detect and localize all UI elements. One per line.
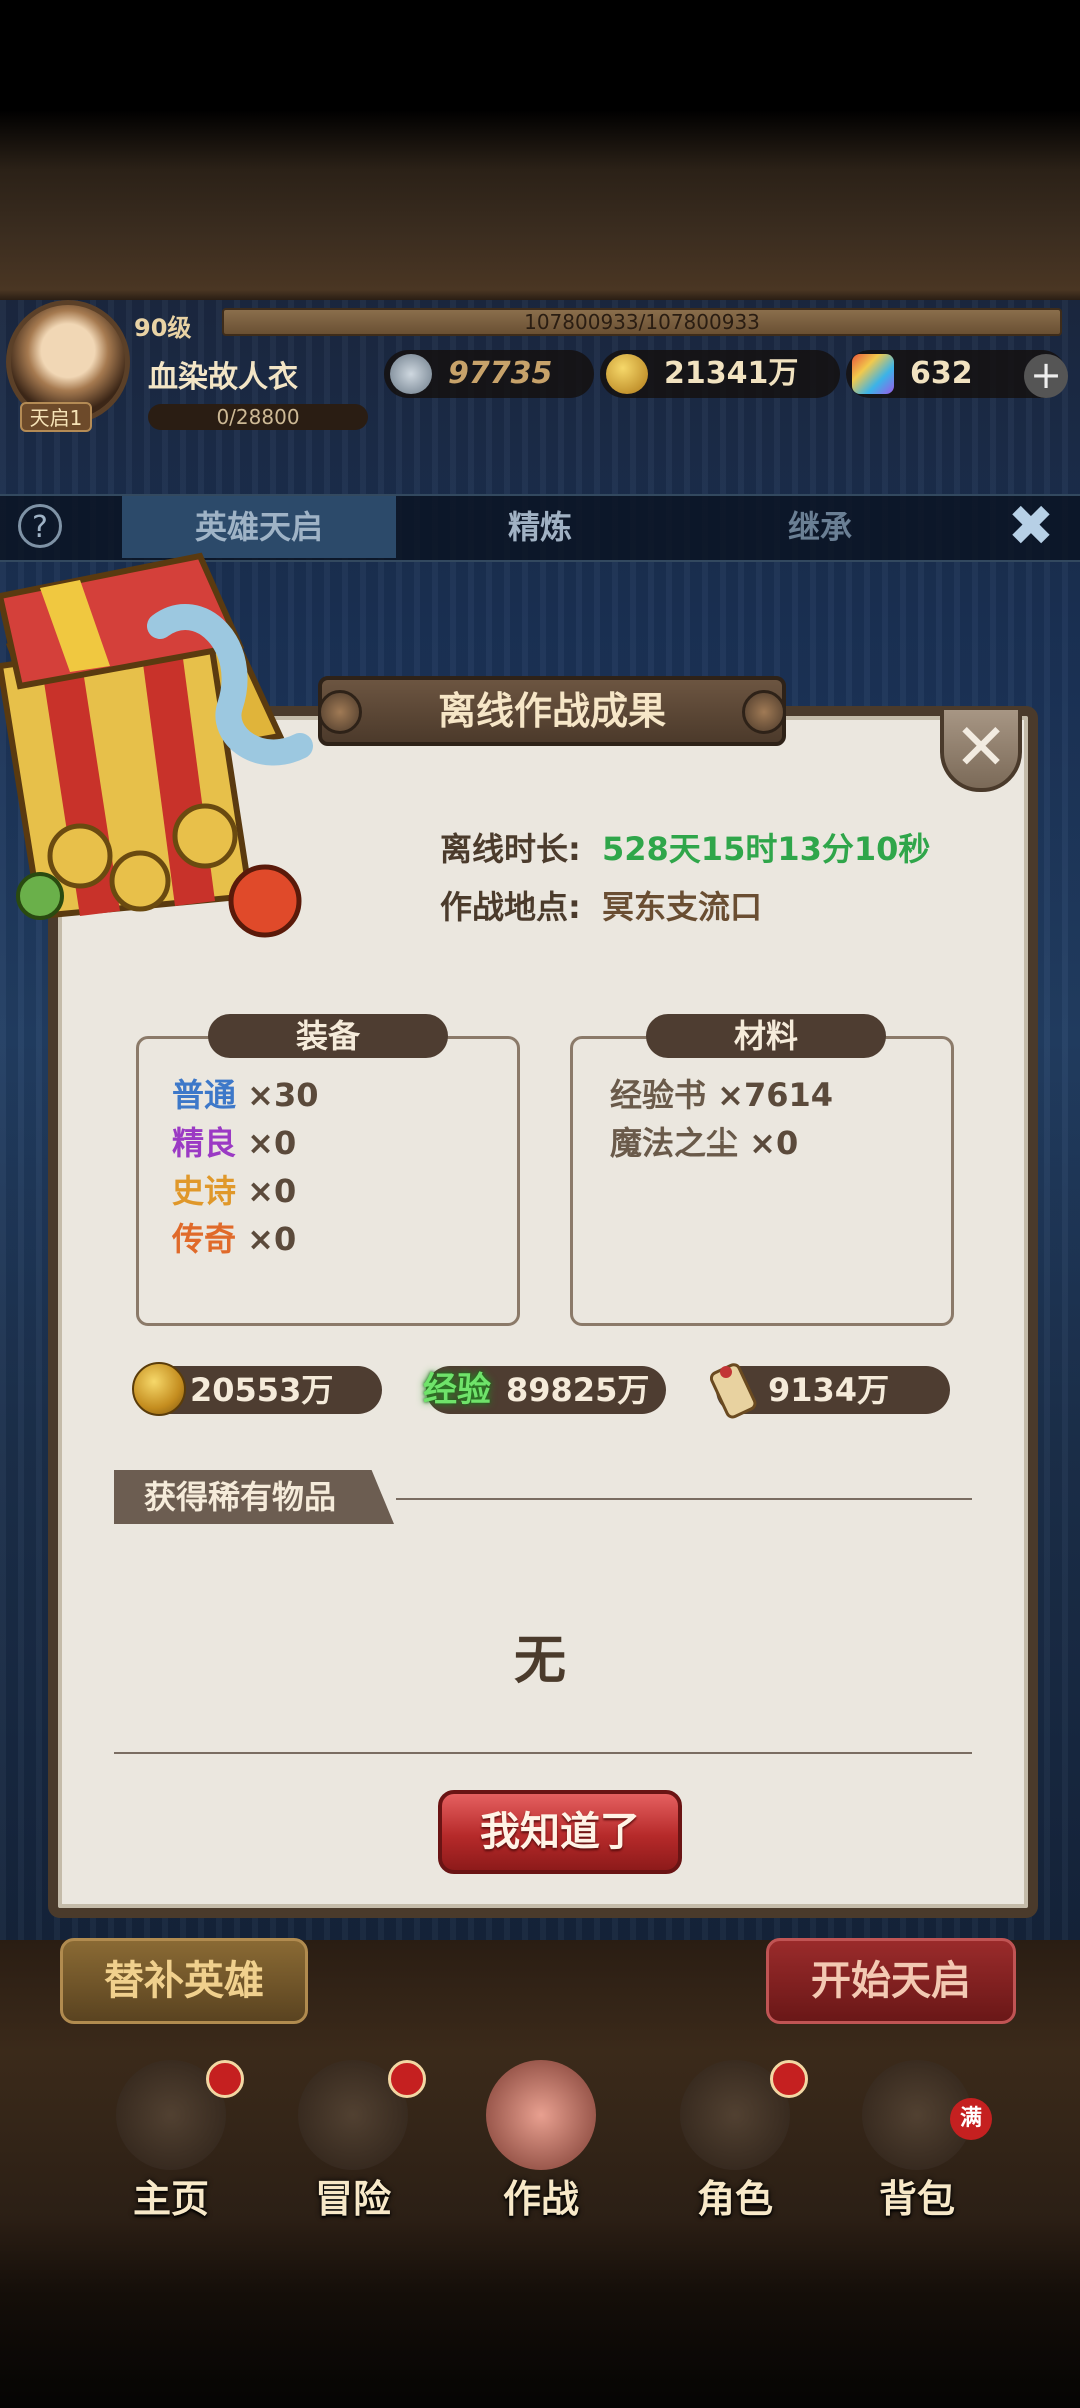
notification-dot [206,2060,244,2098]
offline-duration-value: 528天15时13分10秒 [602,830,931,868]
reward-scroll-value: 9134万 [768,1371,890,1409]
notification-dot [770,2060,808,2098]
material-count: ×0 [749,1124,799,1162]
scroll-icon [710,1363,757,1419]
substitute-hero-button[interactable]: 替补英雄 [60,1938,308,2024]
gold-stat: 21341万 [600,350,840,398]
hero-icon [486,2060,596,2170]
coin-icon [132,1362,186,1416]
battle-location-value: 冥东支流口 [602,888,763,926]
material-row: 魔法之尘 ×0 [610,1118,798,1164]
start-awaken-button[interactable]: 开始天启 [766,1938,1016,2024]
title-ornament-left [318,690,362,734]
coin-icon [606,354,648,394]
nav-character-label: 角色 [696,2177,773,2221]
sword-icon [390,354,432,394]
equip-name: 传奇 [172,1220,237,1258]
equip-row-epic: 史诗 ×0 [172,1166,296,1212]
rare-items-title: 获得稀有物品 [114,1470,394,1524]
modal-title: 离线作战成果 [318,676,786,746]
nav-character[interactable]: 角色 [660,2060,810,2221]
gold-value: 21341万 [664,356,799,391]
equip-count: ×0 [247,1220,297,1258]
title-ornament-right [742,690,786,734]
top-ornament-band [0,0,1080,300]
ok-button[interactable]: 我知道了 [438,1790,682,1874]
exp-icon: 经验 [423,1370,491,1410]
nav-battle[interactable]: 作战 [466,2060,616,2221]
equip-name: 普通 [172,1076,237,1114]
avatar-badge: 天启1 [20,402,92,432]
bottom-ornament [0,2220,1080,2408]
equip-count: ×0 [247,1124,297,1162]
divider [396,1498,972,1500]
divider [114,1752,972,1754]
notification-dot [388,2060,426,2098]
reward-exp-value: 89825万 [506,1371,650,1409]
equip-row-common: 普通 ×30 [172,1070,319,1116]
nav-home[interactable]: 主页 [96,2060,246,2221]
gem-value: 632 [910,356,973,391]
rare-items-none: 无 [513,1631,566,1691]
material-name: 魔法之尘 [610,1124,739,1162]
battle-location-label: 作战地点: [440,888,581,926]
materials-header: 材料 [646,1014,886,1058]
level-label: 90级 [134,314,192,342]
material-count: ×7614 [717,1076,834,1114]
gem-icon [852,354,894,394]
equip-name: 史诗 [172,1172,237,1210]
offline-duration-label: 离线时长: [440,830,581,868]
material-row: 经验书 ×7614 [610,1070,833,1116]
nav-home-label: 主页 [132,2177,209,2221]
power-stat: 97735 [384,350,594,398]
player-name: 血染故人衣 [148,360,298,395]
equip-name: 精良 [172,1124,237,1162]
nav-adventure[interactable]: 冒险 [278,2060,428,2221]
nav-battle-label: 作战 [502,2177,579,2221]
equip-row-fine: 精良 ×0 [172,1118,296,1164]
equip-count: ×0 [247,1172,297,1210]
nav-bag-label: 背包 [878,2177,955,2221]
bag-full-badge: 满 [950,2098,992,2140]
tab-refine[interactable]: 精炼 [420,496,660,558]
reward-exp: 经验 89825万 [423,1366,666,1414]
tab-close-icon[interactable]: ✖ [994,499,1068,556]
power-value: 97735 [448,356,553,391]
exp-bar: 0/28800 [148,404,368,430]
gift-box-icon [0,552,313,938]
hp-bar: 107800933/107800933 [222,308,1062,336]
reward-scroll: 9134万 [710,1363,950,1419]
equip-row-legendary: 传奇 ×0 [172,1214,296,1260]
reward-gold-value: 20553万 [190,1371,334,1409]
reward-gold: 20553万 [132,1362,382,1416]
material-name: 经验书 [610,1076,707,1114]
close-icon[interactable]: ✕ [940,706,1022,792]
tab-inherit[interactable]: 继承 [700,496,940,558]
equip-count: ×30 [247,1076,319,1114]
nav-adventure-label: 冒险 [314,2177,391,2221]
equipment-header: 装备 [208,1014,448,1058]
add-gem-button[interactable]: + [1024,354,1068,398]
